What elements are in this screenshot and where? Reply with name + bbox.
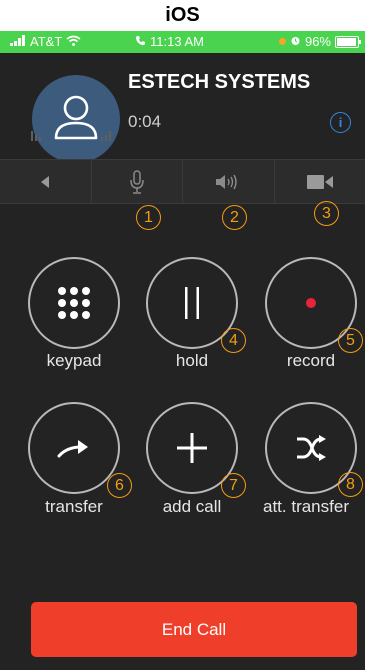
video-button[interactable] (275, 160, 365, 203)
speaker-button[interactable] (183, 160, 275, 203)
info-button[interactable]: i (330, 112, 351, 133)
microphone-icon (130, 169, 144, 194)
annotation-5: 5 (338, 328, 363, 353)
end-call-button[interactable]: End Call (31, 602, 357, 657)
volume-icon (216, 174, 237, 189)
phone-screen: AT&T 11:13 AM 96% ESTECH SYSTEMS 0:04 i … (0, 31, 365, 670)
keypad-button[interactable] (28, 257, 120, 349)
annotation-7: 7 (221, 473, 246, 498)
transfer-button[interactable] (28, 402, 120, 494)
add-call-label: add call (162, 497, 222, 516)
status-bar: AT&T 11:13 AM 96% (0, 31, 365, 53)
mute-button[interactable] (92, 160, 183, 203)
keypad-icon (58, 287, 90, 319)
in-call-dot-icon (278, 38, 286, 45)
signal-icon (10, 34, 26, 49)
phone-handset-icon (135, 34, 146, 49)
caller-name: ESTECH SYSTEMS (128, 71, 311, 93)
pause-icon (185, 287, 199, 319)
annotation-4: 4 (221, 328, 246, 353)
video-camera-icon (306, 174, 333, 189)
battery-icon (335, 35, 361, 48)
hold-label: hold (175, 351, 209, 370)
keypad-label: keypad (46, 351, 102, 370)
annotation-2: 2 (222, 205, 247, 230)
record-dot-icon (306, 298, 316, 308)
toolbar-back-button[interactable] (0, 160, 92, 203)
annotation-1: 1 (136, 205, 161, 230)
status-time: 11:13 AM (150, 34, 204, 49)
platform-heading: iOS (165, 4, 200, 26)
call-toolbar (0, 159, 365, 204)
transfer-label: transfer (45, 497, 103, 516)
audio-level-left-icon (31, 129, 49, 144)
annotation-6: 6 (107, 473, 132, 498)
carrier-name: AT&T (30, 34, 63, 49)
transfer-arrow-icon (57, 440, 88, 458)
speaker-left-icon (41, 175, 50, 188)
caller-avatar (32, 75, 120, 163)
annotation-8: 8 (338, 472, 363, 497)
audio-level-right-icon (101, 129, 119, 144)
record-label: record (286, 351, 336, 370)
battery-percent: 96% (304, 34, 331, 49)
wifi-icon (66, 34, 81, 49)
alarm-icon (290, 34, 301, 49)
att-transfer-label: att. transfer (263, 497, 349, 516)
call-duration: 0:04 (128, 112, 162, 131)
person-icon (54, 95, 98, 140)
annotation-3: 3 (314, 201, 339, 226)
plus-icon (177, 433, 207, 463)
shuffle-icon (297, 435, 326, 461)
